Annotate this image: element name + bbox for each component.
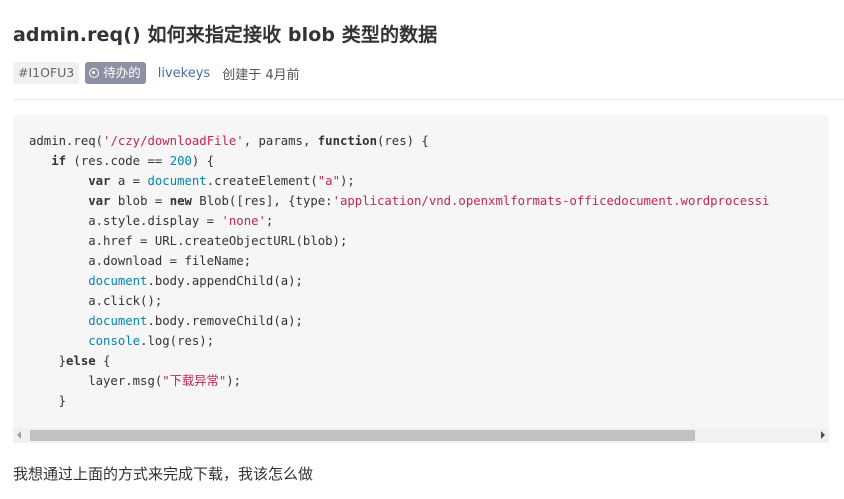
code-token: (res) { [377, 134, 429, 148]
code-token: blob = [110, 194, 170, 208]
status-label: 待办的 [103, 65, 141, 80]
code-line: a.href = URL.createObjectURL(blob); [29, 231, 769, 251]
code-token: layer.msg( [29, 374, 163, 388]
code-line: a.style.display = 'none'; [29, 211, 769, 231]
code-token: .body.appendChild(a); [147, 274, 303, 288]
code-token: 200 [169, 154, 192, 168]
code-token: new [169, 194, 192, 208]
code-token: "下载异常" [162, 374, 227, 388]
status-circle-icon [89, 68, 100, 78]
scroll-right-arrow-icon[interactable] [821, 431, 825, 439]
code-token: { [95, 354, 111, 368]
code-line: layer.msg("下载异常"); [29, 371, 769, 391]
code-token: document [147, 174, 207, 188]
code-line: } [29, 391, 769, 411]
author-link[interactable]: livekeys [158, 66, 210, 81]
scroll-left-arrow-icon[interactable] [17, 431, 21, 439]
code-token: 'application/vnd.openxmlformats-officedo… [332, 194, 770, 208]
scrollbar-thumb[interactable] [30, 430, 695, 441]
code-line: var blob = new Blob([res], {type:'applic… [29, 191, 769, 211]
code-token: 'none' [221, 214, 266, 228]
code-token: function [317, 134, 377, 148]
code-token: "a" [317, 174, 340, 188]
horizontal-scrollbar[interactable] [13, 428, 829, 443]
code-token: var [88, 174, 111, 188]
code-token: '/czy/downloadFile' [103, 134, 244, 148]
code-line: }else { [29, 351, 769, 371]
code-token: a.href = URL.createObjectURL(blob); [29, 234, 348, 248]
code-line: if (res.code == 200) { [29, 151, 769, 171]
code-token: a = [110, 174, 148, 188]
code-token: ); [340, 174, 355, 188]
code-line: a.download = fileName; [29, 251, 769, 271]
issue-meta: #I1OFU3 待办的 livekeys 创建于 4月前 [13, 62, 300, 84]
code-token: (res.code == [66, 154, 170, 168]
code-token: } [29, 394, 67, 408]
code-line: a.click(); [29, 291, 769, 311]
code-line: var a = document.createElement("a"); [29, 171, 769, 191]
code-line: document.body.removeChild(a); [29, 311, 769, 331]
code-token: else [66, 354, 96, 368]
code-token: console [88, 334, 141, 348]
code-line: admin.req('/czy/downloadFile', params, f… [29, 131, 769, 151]
code-token: .createElement( [206, 174, 318, 188]
code-token: ); [226, 374, 242, 388]
issue-id-badge[interactable]: #I1OFU3 [13, 62, 80, 84]
code-token: a.click(); [29, 294, 163, 308]
divider [13, 99, 844, 100]
code-token: a.download = fileName; [29, 254, 252, 268]
issue-title: admin.req() 如何来指定接收 blob 类型的数据 [13, 24, 438, 46]
code-line: console.log(res); [29, 331, 769, 351]
code-token: document [88, 274, 148, 288]
code-token: Blob([res], {type: [191, 194, 333, 208]
code-token: } [29, 354, 67, 368]
status-badge[interactable]: 待办的 [85, 62, 146, 84]
code-token: var [88, 194, 111, 208]
code-token: .log(res); [140, 334, 215, 348]
created-time: 创建于 4月前 [222, 67, 300, 83]
code-block: admin.req('/czy/downloadFile', params, f… [13, 115, 829, 443]
code-token: if [51, 154, 67, 168]
code-token: a.style.display = [29, 214, 222, 228]
code-token: admin.req( [29, 134, 104, 148]
code-token: ) { [191, 154, 215, 168]
code-token: , params, [243, 134, 318, 148]
code-content: admin.req('/czy/downloadFile', params, f… [29, 131, 769, 411]
code-token: document [88, 314, 148, 328]
code-token: .body.removeChild(a); [147, 314, 303, 328]
code-line: document.body.appendChild(a); [29, 271, 769, 291]
issue-description: 我想通过上面的方式来完成下载，我该怎么做 [13, 465, 314, 483]
code-token: ; [265, 214, 274, 228]
